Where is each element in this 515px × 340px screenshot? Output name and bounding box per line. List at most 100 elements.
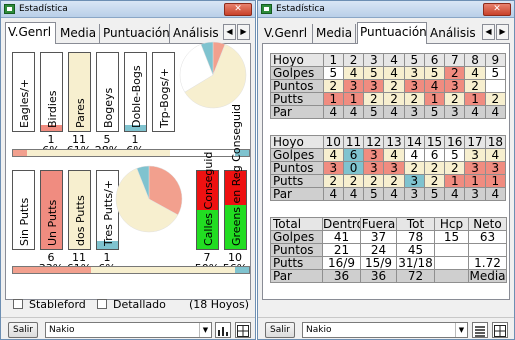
- totals-row-par: Par 36 36 72 Media: [270, 269, 507, 283]
- row-label: Putts: [270, 256, 323, 270]
- score-cell: 0: [342, 161, 365, 175]
- row-label: Hoyo: [270, 53, 324, 67]
- score-cell: 1: [322, 92, 344, 106]
- row-label: Puntos: [270, 161, 324, 175]
- window-title: Estadística: [276, 4, 325, 14]
- score-cell: 9: [484, 53, 507, 67]
- strip-segment: [90, 267, 235, 273]
- total-cell: Tot: [396, 217, 435, 231]
- chart-view-icon[interactable]: [215, 322, 231, 338]
- column-label: Bogeys: [101, 87, 115, 128]
- score-cell: 13: [383, 135, 405, 149]
- stableford-checkbox-box[interactable]: [13, 299, 23, 309]
- score-cell: 3: [322, 161, 344, 175]
- tab-puntuacion[interactable]: Puntuación: [357, 22, 427, 45]
- score-cell: 2: [363, 92, 385, 106]
- total-cell: 15/9: [360, 256, 397, 270]
- score-cell: 2: [423, 174, 446, 188]
- score-cell: 3: [464, 148, 486, 162]
- row-label: Hoyo: [270, 135, 324, 149]
- column-label: Tres Putts/+: [101, 179, 115, 246]
- distribution-column: Doble-Bogs: [124, 52, 147, 132]
- score-cell: 12: [363, 135, 385, 149]
- tab-scroll-right-icon[interactable]: ▶: [496, 24, 509, 40]
- distribution-column: Sin Putts: [12, 170, 35, 250]
- column-label: Trp-Bogs/+: [157, 67, 171, 128]
- score-cell: 4: [403, 148, 425, 162]
- tab-vgenrl[interactable]: V.Genrl: [5, 22, 56, 45]
- close-button[interactable]: ✕: [483, 3, 511, 16]
- row-label: Puntos: [270, 243, 323, 257]
- total-cell: 36: [322, 269, 361, 283]
- tab-media[interactable]: Media: [58, 24, 100, 44]
- total-cell: 1.72: [468, 256, 507, 270]
- table-view-icon[interactable]: [235, 322, 251, 338]
- total-cell: Media: [468, 269, 507, 283]
- row-label: Putts: [270, 92, 324, 106]
- list-view-icon[interactable]: [472, 322, 488, 338]
- score-cell: 1: [444, 174, 466, 188]
- total-cell: 63: [468, 230, 507, 244]
- scorecard-row-golpes: Golpes 4 6 3 4 4 6 5 3 4: [270, 148, 507, 162]
- total-cell: Hcp: [434, 217, 469, 231]
- tab-strip: V.Genrl Media Puntuación Análisis ◀ ▶: [262, 22, 510, 45]
- stableford-checkbox[interactable]: Stableford: [13, 299, 86, 311]
- title-bar: Estadística ✕: [258, 1, 514, 18]
- score-cell: 2: [444, 161, 466, 175]
- total-cell: Neto: [468, 217, 507, 231]
- salir-button[interactable]: Salir: [8, 322, 38, 338]
- score-cell: 4: [484, 148, 507, 162]
- total-cell: Fuera: [360, 217, 397, 231]
- column-label: Birdies: [45, 90, 59, 128]
- score-cell: 3: [403, 187, 425, 201]
- score-cell: 3: [342, 79, 365, 93]
- score-cell: [484, 79, 507, 93]
- total-cell: 45: [396, 243, 435, 257]
- tab-scroll-left-icon[interactable]: ◀: [223, 24, 236, 40]
- chevron-down-icon[interactable]: ▼: [199, 323, 211, 337]
- general-panel: Eagles/+Birdies16%Pares1161%Bogeys528%Do…: [5, 41, 251, 300]
- row-label: Golpes: [270, 148, 324, 162]
- score-cell: 3: [403, 174, 425, 188]
- row-label: Putts: [270, 174, 324, 188]
- accuracy-column: Calles Conseguid: [196, 152, 219, 250]
- table-view-icon[interactable]: [492, 322, 508, 338]
- back-nine-scorecard: Hoyo 10 11 12 13 14 15 16 17 18 Golpes 4 6 3 4 4 6 5 3 4 Pun…: [270, 135, 507, 201]
- player-select[interactable]: Nakio ▼: [302, 322, 468, 338]
- chevron-down-icon[interactable]: ▼: [455, 323, 467, 337]
- score-cell: 2: [322, 79, 344, 93]
- score-cell: 1: [464, 92, 486, 106]
- score-cell: 3: [403, 66, 425, 80]
- score-cell: 18: [484, 135, 507, 149]
- tab-vgenrl[interactable]: V.Genrl: [262, 24, 313, 44]
- tab-scroll-left-icon[interactable]: ◀: [482, 24, 495, 40]
- total-cell: 36: [360, 269, 397, 283]
- tab-media[interactable]: Media: [314, 24, 356, 44]
- totals-row-golpes: Golpes 41 37 78 15 63: [270, 230, 507, 244]
- score-cell: 4: [423, 79, 446, 93]
- score-cell: 10: [322, 135, 344, 149]
- close-button[interactable]: ✕: [224, 3, 252, 16]
- score-cell: 5: [444, 148, 466, 162]
- tab-puntuacion[interactable]: Puntuación: [101, 24, 170, 44]
- scorecard-row-putts: Putts 2 2 2 2 3 2 1 1 1: [270, 174, 507, 188]
- statistics-window-scoring: Estadística ✕ V.Genrl Media Puntuación A…: [257, 0, 515, 340]
- tab-scroll-right-icon[interactable]: ▶: [237, 24, 250, 40]
- score-cell: 3: [363, 53, 385, 67]
- scorecard-row-holes: Hoyo 10 11 12 13 14 15 16 17 18: [270, 135, 507, 149]
- score-cell: 3: [444, 105, 466, 119]
- app-icon: [261, 4, 272, 14]
- salir-button[interactable]: Salir: [265, 322, 295, 338]
- tab-analisis[interactable]: Análisis: [428, 24, 480, 44]
- detallado-checkbox-box[interactable]: [97, 299, 107, 309]
- score-cell: 2: [383, 92, 405, 106]
- total-cell: [434, 256, 469, 270]
- score-cell: 5: [423, 187, 446, 201]
- scorecard-row-puntos: Puntos 3 0 3 3 2 2 2 3 3: [270, 161, 507, 175]
- detallado-checkbox[interactable]: Detallado: [97, 299, 166, 311]
- column-label: Calles Conseguid: [201, 151, 215, 246]
- player-select[interactable]: Nakio ▼: [45, 322, 212, 338]
- title-bar: Estadística ✕: [1, 1, 255, 18]
- statistics-window-general: Estadística ✕ V.Genrl Media Puntuación A…: [0, 0, 256, 340]
- score-cell: 15: [423, 135, 446, 149]
